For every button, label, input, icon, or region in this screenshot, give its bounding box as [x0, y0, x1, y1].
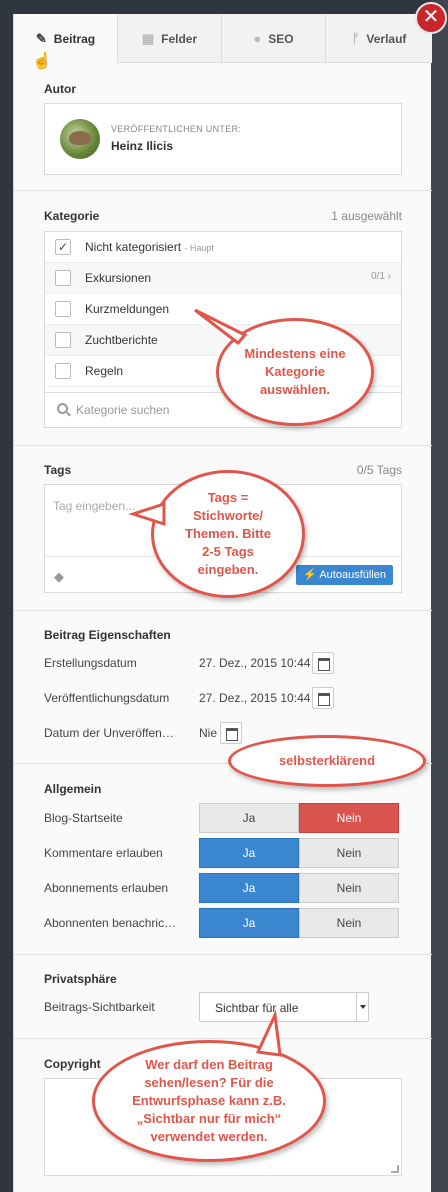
autofill-button[interactable]: ⚡ Autoausfüllen [296, 565, 393, 585]
calendar-icon[interactable] [220, 722, 242, 744]
globe-icon: ● [253, 31, 262, 46]
toggle-label: Abonnenten benachric… [44, 916, 177, 930]
toggle-label: Abonnements erlauben [44, 881, 169, 895]
subscriptions-toggle: Ja Nein [199, 873, 399, 903]
tab-label: Verlauf [366, 31, 407, 46]
resize-handle-icon[interactable] [391, 1165, 399, 1173]
tag-input[interactable]: Tag eingeben... [53, 499, 135, 513]
category-label: Nicht kategorisiert - Haupt [85, 240, 214, 254]
created-date-value[interactable]: 27. Dez., 2015 10:44 [199, 656, 310, 670]
privacy-section: Privatsphäre Beitrags-Sichtbarkeit Sicht… [14, 954, 432, 1038]
checkbox[interactable] [55, 270, 71, 286]
close-button[interactable]: ✕ [415, 2, 447, 34]
comments-toggle: Ja Nein [199, 838, 399, 868]
category-label: Regeln [85, 364, 124, 378]
subcategory-count[interactable]: 0/1 › [371, 271, 391, 282]
toggle-row: Abonnements erlauben Ja Nein [44, 873, 414, 903]
tags-count: 0/5 Tags [356, 463, 402, 477]
publish-under-label: VERÖFFENTLICHEN UNTER: [111, 124, 242, 134]
category-section-title: Kategorie [44, 209, 100, 223]
category-item[interactable]: Exkursionen 0/1 › [45, 263, 401, 294]
no-option[interactable]: Nein [299, 908, 399, 938]
published-date-row: Veröffentlichungsdatum 27. Dez., 2015 10… [44, 686, 414, 710]
calendar-icon[interactable] [312, 687, 334, 709]
avatar [60, 119, 100, 159]
tab-label: Felder [161, 31, 198, 46]
visibility-label: Beitrags-Sichtbarkeit [44, 1000, 155, 1014]
visibility-row: Beitrags-Sichtbarkeit Sichtbar für alle [44, 992, 414, 1022]
yes-option[interactable]: Ja [199, 908, 299, 938]
checkbox-checked[interactable]: ✓ [55, 239, 71, 255]
tab-bar: ✎ Beitrag ▦ Felder ● SEO ᚠ Verlauf [14, 14, 432, 64]
author-section-title: Autor [44, 82, 76, 96]
bubble-tail [255, 1010, 282, 1057]
calendar-icon[interactable] [312, 652, 334, 674]
category-item[interactable]: ✓ Nicht kategorisiert - Haupt [45, 232, 401, 263]
general-section: Allgemein Blog-Startseite Ja Nein Kommen… [14, 763, 432, 954]
right-scroll-edge [431, 0, 448, 1192]
unpublish-date-value[interactable]: Nie [199, 726, 217, 740]
checkbox[interactable] [55, 301, 71, 317]
annotation-dates: selbsterklärend [228, 735, 426, 787]
annotation-tags: Tags = Stichworte/ Themen. Bitte 2-5 Tag… [151, 470, 305, 598]
author-name: Heinz Ilicis [111, 139, 174, 153]
branch-icon: ᚠ [351, 31, 360, 46]
author-card[interactable]: VERÖFFENTLICHEN UNTER: Heinz Ilicis [44, 103, 402, 175]
general-section-title: Allgemein [44, 782, 102, 796]
checkbox[interactable] [55, 332, 71, 348]
pencil-icon: ✎ [35, 30, 47, 46]
toggle-label: Kommentare erlauben [44, 846, 163, 860]
checkbox[interactable] [55, 363, 71, 379]
no-option[interactable]: Nein [299, 838, 399, 868]
no-option[interactable]: Nein [299, 873, 399, 903]
bubble-tail [194, 308, 248, 345]
copyright-section-title: Copyright [44, 1057, 101, 1071]
tab-seo[interactable]: ● SEO [222, 14, 326, 63]
toggle-row: Kommentare erlauben Ja Nein [44, 838, 414, 868]
category-label: Zuchtberichte [85, 333, 158, 347]
tab-label: Beitrag [53, 31, 96, 46]
tab-beitrag[interactable]: ✎ Beitrag [14, 14, 118, 64]
unpublish-date-label: Datum der Unveröffen… [44, 726, 174, 740]
category-label: Kurzmeldungen [85, 302, 170, 316]
tags-icon: ◆ [54, 569, 64, 584]
yes-option[interactable]: Ja [199, 873, 299, 903]
created-date-label: Erstellungsdatum [44, 656, 137, 670]
mouse-cursor-icon: ☝ [32, 53, 52, 70]
created-date-row: Erstellungsdatum 27. Dez., 2015 10:44 [44, 651, 414, 675]
privacy-section-title: Privatsphäre [44, 972, 117, 986]
tab-felder[interactable]: ▦ Felder [118, 14, 222, 63]
bubble-tail [128, 501, 166, 527]
published-date-label: Veröffentlichungsdatum [44, 691, 170, 705]
published-date-value[interactable]: 27. Dez., 2015 10:44 [199, 691, 310, 705]
yes-option[interactable]: Ja [199, 838, 299, 868]
chevron-down-icon [356, 993, 368, 1021]
tags-section-title: Tags [44, 463, 72, 477]
yes-option[interactable]: Ja [199, 803, 299, 833]
search-icon [57, 403, 68, 414]
post-settings-panel: ✎ Beitrag ▦ Felder ● SEO ᚠ Verlauf ☝ Aut… [13, 14, 432, 1192]
properties-section-title: Beitrag Eigenschaften [44, 628, 171, 642]
notify-subscribers-toggle: Ja Nein [199, 908, 399, 938]
tab-label: SEO [268, 31, 294, 46]
no-option[interactable]: Nein [299, 803, 399, 833]
blog-frontpage-toggle: Ja Nein [199, 803, 399, 833]
category-search-input[interactable]: Kategorie suchen [76, 403, 169, 417]
category-label: Exkursionen [85, 271, 152, 285]
annotation-privacy: Wer darf den Beitrag sehen/lesen? Für di… [92, 1040, 326, 1162]
grid-icon: ▦ [141, 30, 155, 46]
toggle-label: Blog-Startseite [44, 811, 123, 825]
toggle-row: Blog-Startseite Ja Nein [44, 803, 414, 833]
toggle-row: Abonnenten benachric… Ja Nein [44, 908, 414, 938]
category-count: 1 ausgewählt [331, 209, 402, 223]
top-bar [0, 0, 448, 14]
